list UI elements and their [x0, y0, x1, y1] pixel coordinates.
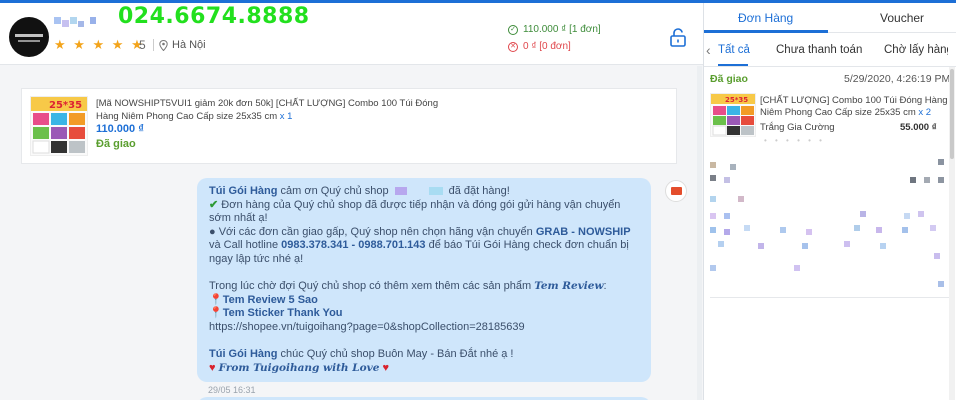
orders-panel: Đơn Hàng Voucher ‹ Tất cả Chưa thanh toá…: [704, 3, 956, 400]
message-line-4: Trong lúc chờ đợi Quý chủ shop có thêm x…: [209, 280, 607, 293]
subtab-all[interactable]: Tất cả: [718, 44, 750, 56]
product-link-1[interactable]: 📍Tem Review 5 Sao: [209, 294, 639, 308]
order-separator: [710, 297, 952, 298]
pushpin-icon: 📍: [209, 293, 223, 306]
chat-scrollbar[interactable]: [697, 66, 702, 400]
tab-underline: [704, 30, 828, 33]
header-separator: [153, 39, 154, 51]
brand-name: Túi Gói Hàng: [209, 185, 278, 197]
shop-location: Hà Nội: [172, 39, 206, 51]
subtab-unpaid[interactable]: Chưa thanh toán: [776, 44, 862, 56]
shop-name-redacted: [394, 187, 443, 196]
hotline-numbers: 0983.378.341 - 0988.701.143: [281, 239, 426, 252]
cancelled-orders-label: 0 ₫ [0 đơn]: [523, 41, 571, 52]
product-thumbnail: 25*35: [30, 96, 88, 156]
heart-icon: ♥: [382, 361, 389, 374]
rating-stars: ★ ★ ★ ★ ★: [54, 37, 145, 52]
completed-orders-stat: ✓ 110.000 ₫ [1 đơn]: [508, 24, 601, 35]
subtab-underline: [718, 64, 748, 66]
order-filter-scroller: Tất cả Chưa thanh toán Chờ lấy hàng: [704, 34, 948, 67]
message-line-2: ✔ Đơn hàng của Quý chủ shop đã được tiếp…: [209, 198, 621, 225]
chat-message-bubble: Túi Gói Hàng cảm ơn Quý chủ shop đã đặt h…: [197, 178, 651, 382]
check-circle-icon: ✓: [508, 24, 518, 35]
carrier-name: GRAB - NOWSHIP: [535, 225, 631, 238]
product-title-text: [Mã NOWSHIPT5VUI1 giảm 20k đơn 50k] [CHẤ…: [96, 98, 439, 122]
message-timestamp: 29/05 16:31: [208, 385, 256, 395]
order-amount: 55.000 ₫: [900, 122, 937, 133]
order-buyer: Trắng Gia Cường: [760, 122, 835, 133]
unlock-icon[interactable]: [668, 27, 688, 47]
product-card[interactable]: 25*35 [Mã NOWSHIPT5VUI1 giảm 20k đơn 50k…: [21, 88, 677, 164]
tab-voucher[interactable]: Voucher: [880, 11, 924, 25]
order-date: 5/29/2020, 4:26:19 PM: [844, 73, 951, 85]
order-status: Đã giao: [710, 73, 748, 85]
shop-avatar[interactable]: [9, 17, 49, 57]
order-qty: x 2: [918, 107, 932, 118]
order-more-dots: • • • • • •: [764, 136, 825, 145]
product-qty: x 1: [279, 111, 293, 122]
cancelled-orders-stat: ✕ 0 ₫ [0 đơn]: [508, 41, 571, 52]
product-status: Đã giao: [96, 138, 136, 150]
chat-header: 024.6674.8888 ★ ★ ★ ★ ★ 5 Hà Nội ✓ 110.0…: [0, 3, 703, 65]
order-product-title[interactable]: [CHẤT LƯỢNG] Combo 100 Túi Đóng Hàng Niê…: [760, 95, 950, 119]
product-link-2[interactable]: 📍Tem Sticker Thank You: [209, 307, 639, 321]
message-line-1: Túi Gói Hàng cảm ơn Quý chủ shop đã đặt h…: [209, 185, 510, 197]
bot-avatar-icon[interactable]: [665, 180, 687, 202]
rating-value: 5: [139, 38, 146, 52]
message-line-5: Túi Gói Hàng chúc Quý chủ shop Buôn May …: [209, 348, 514, 361]
message-line-3: ● Với các đơn cần giao gấp, Quý shop nên…: [209, 225, 631, 265]
svg-text:25*35: 25*35: [49, 100, 82, 111]
shop-phone-overlay: 024.6674.8888: [118, 4, 310, 29]
completed-orders-label: 110.000 ₫ [1 đơn]: [523, 24, 601, 35]
orders-scrollbar[interactable]: [949, 67, 955, 400]
subtab-awaiting-pickup[interactable]: Chờ lấy hàng: [884, 44, 948, 56]
check-mark-icon: ✔: [209, 198, 219, 211]
sign-off: ♥ From Tuigoihang with Love ♥: [209, 361, 389, 374]
shop-collection-url[interactable]: https://shopee.vn/tuigoihang?page=0&shop…: [209, 321, 639, 335]
cancel-circle-icon: ✕: [508, 41, 518, 52]
panel-tabs: Đơn Hàng Voucher: [704, 3, 956, 33]
heart-icon: ♥: [209, 361, 216, 374]
order-product-thumbnail[interactable]: 25*35: [710, 93, 756, 137]
product-price: 110.000 ₫: [96, 123, 144, 135]
tab-orders[interactable]: Đơn Hàng: [738, 11, 793, 25]
svg-text:25*35: 25*35: [725, 96, 748, 104]
product-title[interactable]: [Mã NOWSHIPT5VUI1 giảm 20k đơn 50k] [CHẤ…: [96, 97, 456, 123]
pushpin-icon: 📍: [209, 307, 223, 320]
location-pin-icon: [159, 40, 168, 51]
